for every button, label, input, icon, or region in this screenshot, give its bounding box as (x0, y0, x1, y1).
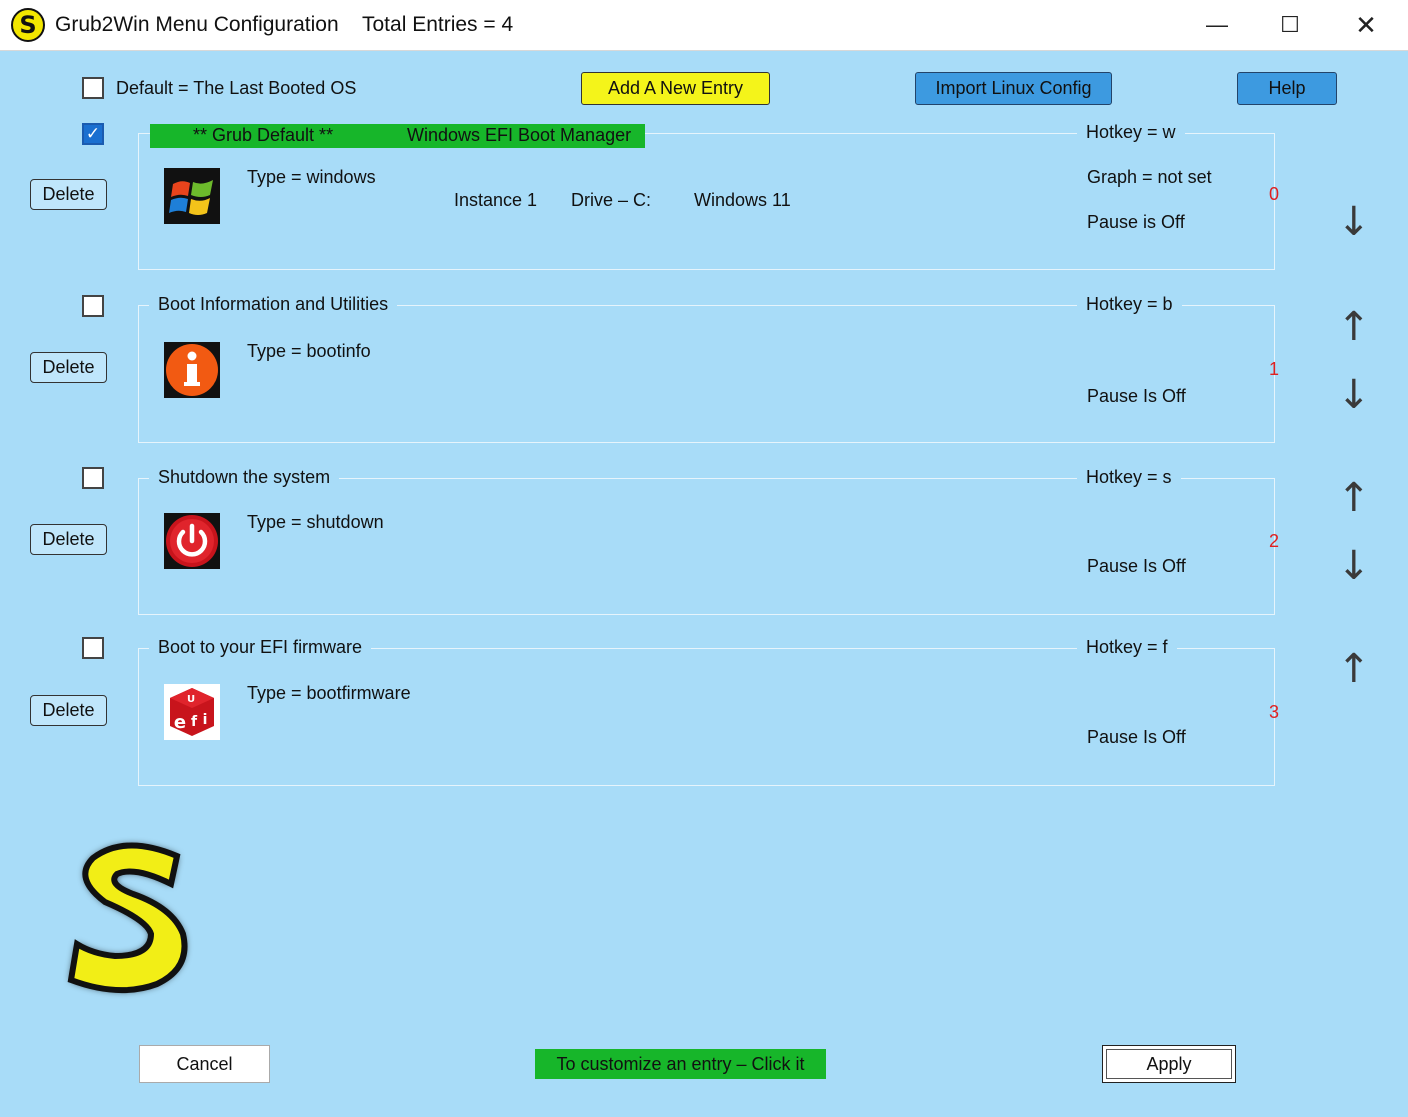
cancel-button[interactable]: Cancel (139, 1045, 270, 1083)
entry-3-index: 3 (1269, 702, 1280, 722)
svg-text:i: i (203, 712, 208, 728)
entry-1-title: Boot Information and Utilities (149, 294, 398, 315)
entry-2-default-checkbox[interactable] (82, 467, 104, 489)
entry-1-index: 1 (1269, 359, 1280, 379)
entry-0-hotkey: Hotkey = w (1077, 122, 1185, 143)
svg-text:e: e (174, 712, 186, 733)
default-last-booted-checkbox[interactable] (82, 77, 104, 99)
entry-3-title: Boot to your EFI firmware (149, 637, 372, 658)
entry-1-delete-button[interactable]: Delete (30, 352, 107, 383)
total-entries-label: Total Entries = 4 (362, 13, 514, 36)
entry-0-title: Windows EFI Boot Manager (407, 125, 632, 145)
entry-0-default-checkbox[interactable]: ✓ (82, 123, 104, 145)
entry-0-index: 0 (1269, 184, 1280, 204)
entry-0-instance: Instance 1 (454, 190, 538, 210)
entry-2-type: Type = shutdown (247, 512, 384, 532)
title-bar: S Grub2Win Menu Configuration Total Entr… (0, 0, 1408, 51)
info-icon (164, 342, 220, 398)
entry-1-box[interactable] (138, 305, 1275, 443)
entry-2-title: Shutdown the system (149, 467, 340, 488)
entry-3-type: Type = bootfirmware (247, 683, 411, 703)
entry-3-pause: Pause Is Off (1087, 727, 1186, 747)
entry-3-box[interactable] (138, 648, 1275, 786)
grub-default-marker: ** Grub Default ** (193, 125, 334, 145)
maximize-icon[interactable]: ☐ (1267, 8, 1313, 42)
entry-1-hotkey: Hotkey = b (1077, 294, 1182, 315)
add-new-entry-button[interactable]: Add A New Entry (581, 72, 770, 105)
apply-button[interactable]: Apply (1102, 1045, 1236, 1083)
window-title: Grub2Win Menu Configuration (55, 13, 339, 36)
entry-0-drive: Drive – C: (571, 190, 652, 210)
move-down-icon[interactable]: ↓ (1337, 546, 1371, 586)
move-up-icon[interactable]: ↑ (1337, 478, 1371, 518)
entry-2-box[interactable] (138, 478, 1275, 615)
entry-0-type: Type = windows (247, 167, 376, 187)
svg-text:f: f (191, 714, 198, 730)
power-icon (164, 513, 220, 569)
move-down-icon[interactable]: ↓ (1337, 375, 1371, 415)
entry-0-os: Windows 11 (694, 190, 791, 210)
entry-0-graph: Graph = not set (1087, 167, 1212, 187)
move-down-icon[interactable]: ↓ (1337, 202, 1371, 242)
entry-1-type: Type = bootinfo (247, 341, 371, 361)
entry-2-index: 2 (1269, 531, 1280, 551)
move-up-icon[interactable]: ↑ (1337, 649, 1371, 689)
windows-icon (164, 168, 220, 224)
entry-2-delete-button[interactable]: Delete (30, 524, 107, 555)
svg-text:U: U (187, 694, 195, 705)
grub2win-app-icon: S (11, 8, 45, 42)
entry-0-pause: Pause is Off (1087, 212, 1185, 232)
minimize-icon[interactable]: — (1194, 8, 1240, 42)
entry-3-hotkey: Hotkey = f (1077, 637, 1177, 658)
uefi-icon: U e f i (164, 684, 220, 740)
entry-1-default-checkbox[interactable] (82, 295, 104, 317)
grub2win-s-logo (67, 842, 188, 994)
default-last-booted-label: Default = The Last Booted OS (116, 78, 357, 98)
customize-hint: To customize an entry – Click it (535, 1049, 826, 1079)
entry-0-delete-button[interactable]: Delete (30, 179, 107, 210)
move-up-icon[interactable]: ↑ (1337, 307, 1371, 347)
entry-3-default-checkbox[interactable] (82, 637, 104, 659)
entry-2-hotkey: Hotkey = s (1077, 467, 1181, 488)
entry-3-delete-button[interactable]: Delete (30, 695, 107, 726)
help-button[interactable]: Help (1237, 72, 1337, 105)
entry-1-pause: Pause Is Off (1087, 386, 1186, 406)
close-icon[interactable]: ✕ (1343, 8, 1389, 42)
import-linux-config-button[interactable]: Import Linux Config (915, 72, 1112, 105)
entry-2-pause: Pause Is Off (1087, 556, 1186, 576)
